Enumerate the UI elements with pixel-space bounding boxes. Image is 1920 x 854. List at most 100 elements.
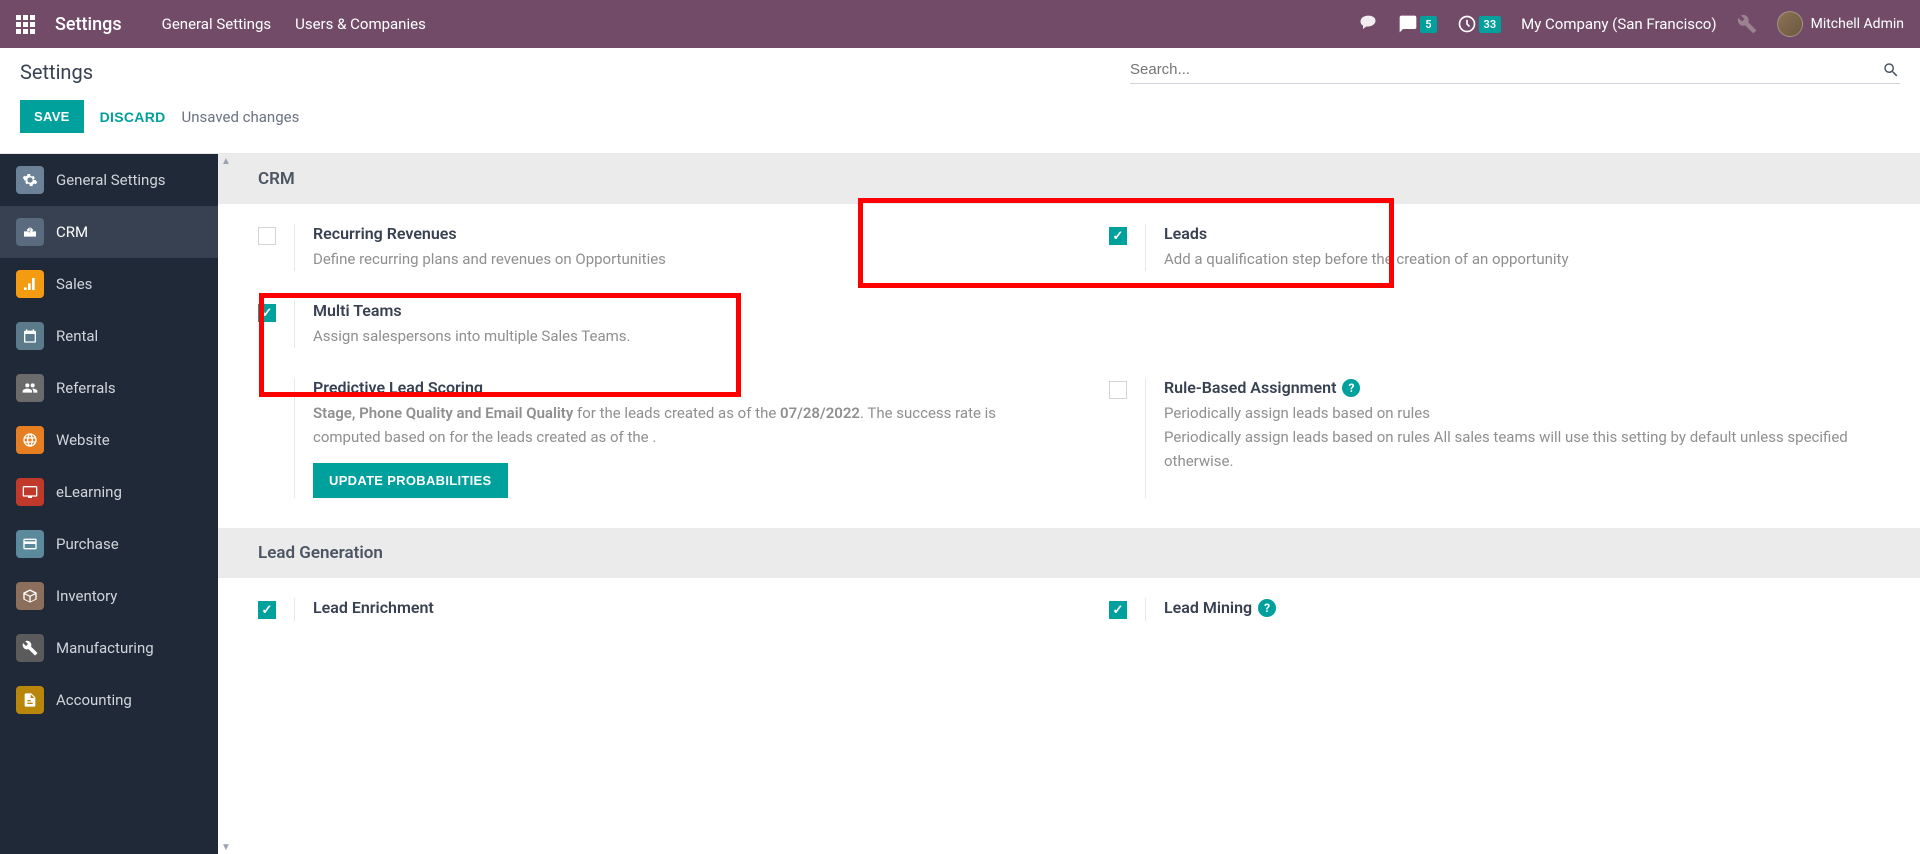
chart-icon [16,270,44,298]
sidebar-item-general-settings[interactable]: General Settings [0,154,218,206]
divider [294,598,295,621]
sidebar-item-label: Purchase [56,535,119,553]
messages-badge: 5 [1420,16,1436,33]
title-enrichment: Lead Enrichment [313,598,1029,617]
setting-leads: Leads Add a qualification step before th… [1109,224,1880,271]
unsaved-label: Unsaved changes [182,108,300,126]
user-name: Mitchell Admin [1811,16,1904,32]
desc-predictive: Stage, Phone Quality and Email Quality f… [313,401,1029,449]
app-title: Settings [55,14,122,35]
desc-leads: Add a qualification step before the crea… [1164,247,1880,271]
divider [1145,378,1146,498]
setting-rule-based: Rule-Based Assignment ? Periodically ass… [1109,378,1880,498]
sidebar-item-accounting[interactable]: Accounting [0,674,218,726]
topbar-menu: General Settings Users & Companies [162,15,426,33]
scroll-up-icon[interactable]: ▲ [219,154,233,168]
title-recurring: Recurring Revenues [313,224,1029,243]
page-title: Settings [20,60,93,84]
setting-predictive-scoring: Predictive Lead Scoring Stage, Phone Qua… [258,378,1029,498]
checkbox-leads[interactable] [1109,227,1127,245]
search-input[interactable] [1130,61,1882,78]
sidebar-item-label: Referrals [56,379,116,397]
globe-icon [16,426,44,454]
company-selector[interactable]: My Company (San Francisco) [1521,15,1716,33]
debug-icon[interactable] [1737,14,1757,34]
sidebar-item-referrals[interactable]: Referrals [0,362,218,414]
leadgen-grid: Lead Enrichment Lead Mining ? [218,578,1920,651]
sidebar-item-label: Inventory [56,587,117,605]
checkbox-mining[interactable] [1109,601,1127,619]
desc-recurring: Define recurring plans and revenues on O… [313,247,1029,271]
gear-icon [16,166,44,194]
scroll-down-icon[interactable]: ▼ [219,840,233,854]
sidebar-item-inventory[interactable]: Inventory [0,570,218,622]
title-rule-based: Rule-Based Assignment ? [1164,378,1880,397]
doc-icon [16,686,44,714]
screen-icon [16,478,44,506]
divider [1145,598,1146,621]
save-button[interactable]: SAVE [20,100,84,133]
sidebar-item-crm[interactable]: CRM [0,206,218,258]
divider [294,301,295,348]
section-leadgen-header: Lead Generation [218,528,1920,578]
crm-grid: Recurring Revenues Define recurring plan… [218,204,1920,528]
messages-icon[interactable]: 5 [1398,14,1436,34]
title-leads: Leads [1164,224,1880,243]
setting-multi-teams: Multi Teams Assign salespersons into mul… [258,301,1029,348]
people-icon [16,374,44,402]
setting-lead-mining: Lead Mining ? [1109,598,1880,621]
sidebar-item-purchase[interactable]: Purchase [0,518,218,570]
help-icon[interactable]: ? [1342,379,1360,397]
subheader-actions: SAVE DISCARD Unsaved changes [20,100,1900,133]
help-icon[interactable]: ? [1258,599,1276,617]
sidebar-item-label: Accounting [56,691,132,709]
subheader: Settings SAVE DISCARD Unsaved changes [0,48,1920,154]
divider [1145,224,1146,271]
sidebar-item-label: Sales [56,275,92,293]
search-icon[interactable] [1882,61,1900,79]
sidebar-item-sales[interactable]: Sales [0,258,218,310]
handshake-icon [16,218,44,246]
sidebar-item-manufacturing[interactable]: Manufacturing [0,622,218,674]
spacer [1109,301,1880,348]
activities-badge: 33 [1479,16,1502,33]
title-mining: Lead Mining ? [1164,598,1880,617]
update-probabilities-button[interactable]: UPDATE PROBABILITIES [313,463,508,498]
checkbox-recurring[interactable] [258,227,276,245]
topbar-right: 5 33 My Company (San Francisco) Mitchell… [1358,11,1904,37]
section-crm-header: CRM [218,154,1920,204]
discard-button[interactable]: DISCARD [100,109,166,125]
content: CRM Recurring Revenues Define recurring … [218,154,1920,854]
predictive-date: 07/28/2022 [780,404,860,422]
user-menu[interactable]: Mitchell Admin [1777,11,1904,37]
checkbox-rule-based[interactable] [1109,381,1127,399]
checkbox-multi-teams[interactable] [258,304,276,322]
predictive-fields: Stage, Phone Quality and Email Quality [313,404,573,422]
sidebar-item-label: Website [56,431,110,449]
card-icon [16,530,44,558]
setting-lead-enrichment: Lead Enrichment [258,598,1029,621]
divider [294,378,295,498]
activities-icon[interactable]: 33 [1457,14,1502,34]
avatar [1777,11,1803,37]
sidebar-item-label: CRM [56,223,88,241]
title-multi-teams: Multi Teams [313,301,1029,320]
topbar: Settings General Settings Users & Compan… [0,0,1920,48]
body-wrap: General SettingsCRMSalesRentalReferralsW… [0,154,1920,854]
menu-users-companies[interactable]: Users & Companies [295,15,426,33]
menu-general-settings[interactable]: General Settings [162,15,272,33]
divider [294,224,295,271]
phone-icon[interactable] [1358,14,1378,34]
wrench-icon [16,634,44,662]
sidebar-item-website[interactable]: Website [0,414,218,466]
desc-rule-based: Periodically assign leads based on rules… [1164,401,1880,473]
sidebar: General Settings CRM Sales Rental Referrals W… [0,154,218,854]
setting-recurring-revenues: Recurring Revenues Define recurring plan… [258,224,1029,271]
topbar-left: Settings General Settings Users & Compan… [16,14,426,35]
sidebar-item-rental[interactable]: Rental [0,310,218,362]
box-icon [16,582,44,610]
apps-icon[interactable] [16,15,35,34]
checkbox-enrichment[interactable] [258,601,276,619]
desc-multi-teams: Assign salespersons into multiple Sales … [313,324,1029,348]
sidebar-item-elearning[interactable]: eLearning [0,466,218,518]
